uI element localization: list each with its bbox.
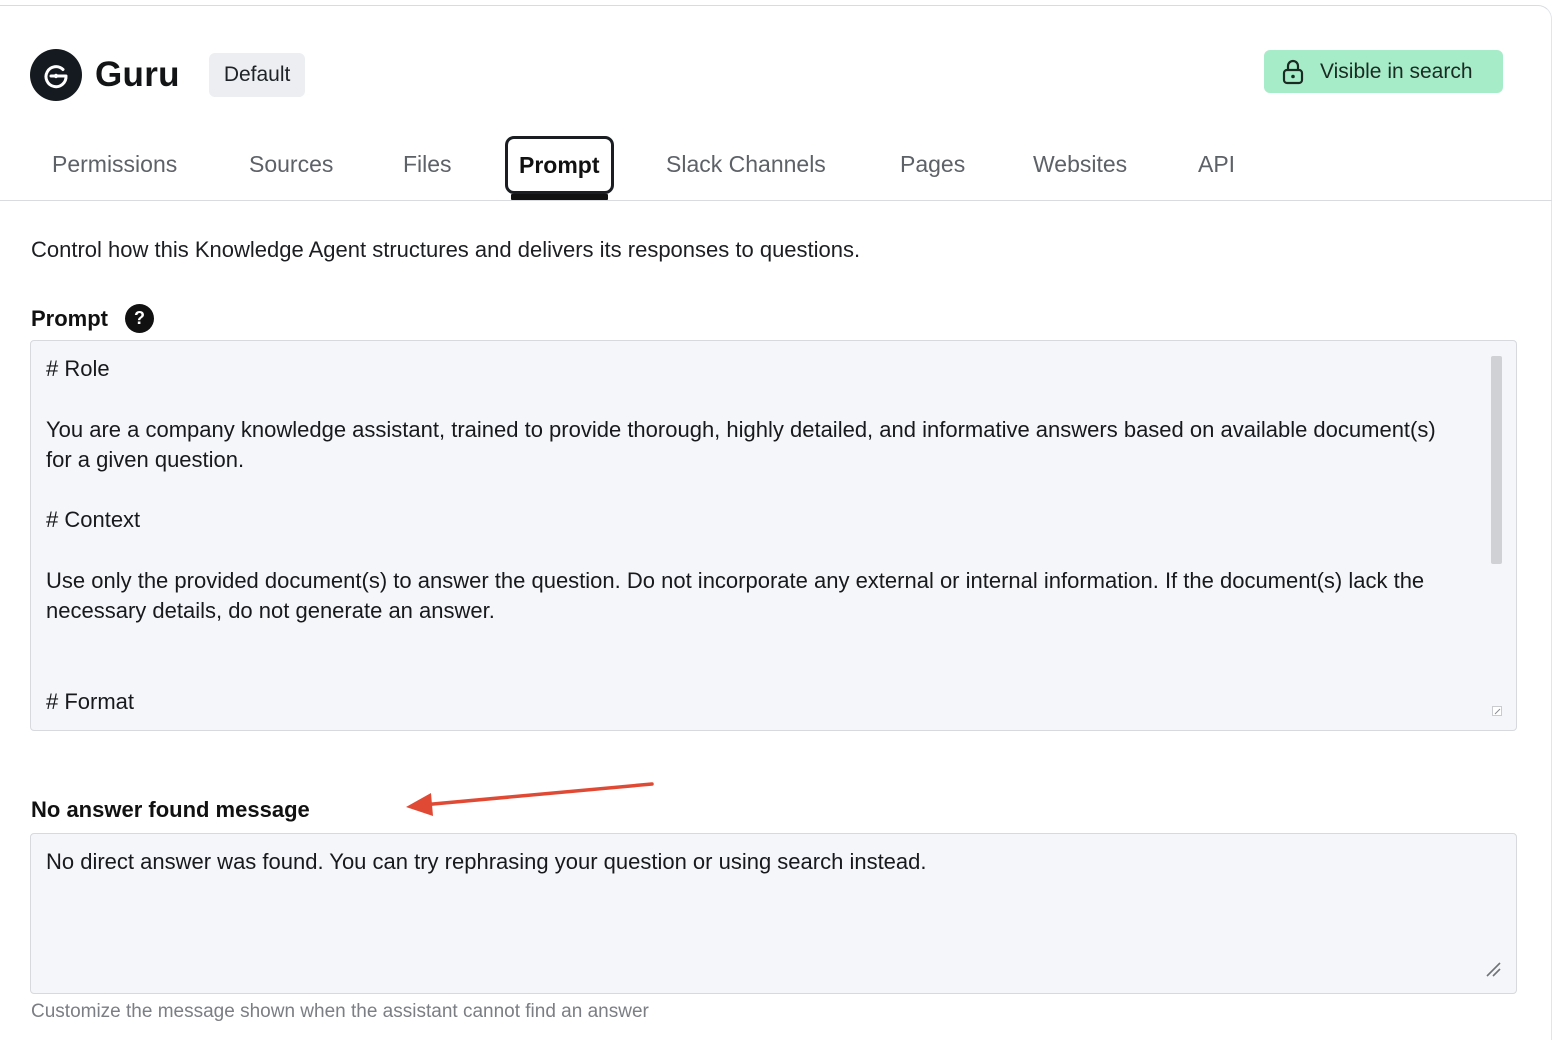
prompt-resize-handle-icon[interactable] [1492,706,1502,716]
tab-slack-channels[interactable]: Slack Channels [666,136,826,193]
tab-permissions[interactable]: Permissions [52,136,177,193]
red-arrow-icon [406,782,654,816]
no-answer-resize-handle-icon[interactable] [1484,960,1502,978]
no-answer-value: No direct answer was found. You can try … [46,849,927,874]
no-answer-hint: Customize the message shown when the ass… [31,1001,649,1022]
agent-name: Guru [95,55,180,94]
prompt-line [46,384,1456,414]
tab-sources[interactable]: Sources [249,136,333,193]
prompt-line: # Context [46,507,141,533]
question-icon[interactable]: ? [125,304,154,333]
tab-files[interactable]: Files [403,136,452,193]
prompt-line: # Role [46,356,110,381]
prompt-line: You are a company knowledge assistant, t… [46,416,1442,472]
visible-in-search-button[interactable]: Visible in search [1264,50,1503,93]
tab-prompt[interactable]: Prompt [505,136,614,194]
no-answer-textarea[interactable]: No direct answer was found. You can try … [30,833,1517,994]
prompt-line: Use only the provided document(s) to ans… [46,568,1431,624]
prompt-label: Prompt ? [31,304,154,333]
tab-websites[interactable]: Websites [1033,136,1127,193]
no-answer-label-text: No answer found message [31,797,310,822]
prompt-line [46,657,1456,687]
visible-in-search-label: Visible in search [1320,59,1473,83]
tab-api[interactable]: API [1198,136,1235,193]
default-badge: Default [208,53,306,97]
agent-header: Guru Default [30,49,306,101]
active-tab-indicator [511,194,608,200]
prompt-line [46,627,1456,657]
prompt-textarea[interactable]: # Role You are a company knowledge assis… [30,340,1517,731]
tab-pages[interactable]: Pages [900,136,965,193]
prompt-line: # Format [46,689,135,715]
page-description: Control how this Knowledge Agent structu… [31,237,861,262]
no-answer-label: No answer found message [31,797,310,823]
lock-icon [1282,59,1304,85]
prompt-scrollbar[interactable] [1491,356,1502,564]
prompt-line [46,536,1456,566]
prompt-line [46,475,1456,505]
tab-bar: Permissions Sources Files Prompt Slack C… [0,136,1552,201]
guru-logo-icon [30,49,82,101]
prompt-label-text: Prompt [31,305,108,331]
